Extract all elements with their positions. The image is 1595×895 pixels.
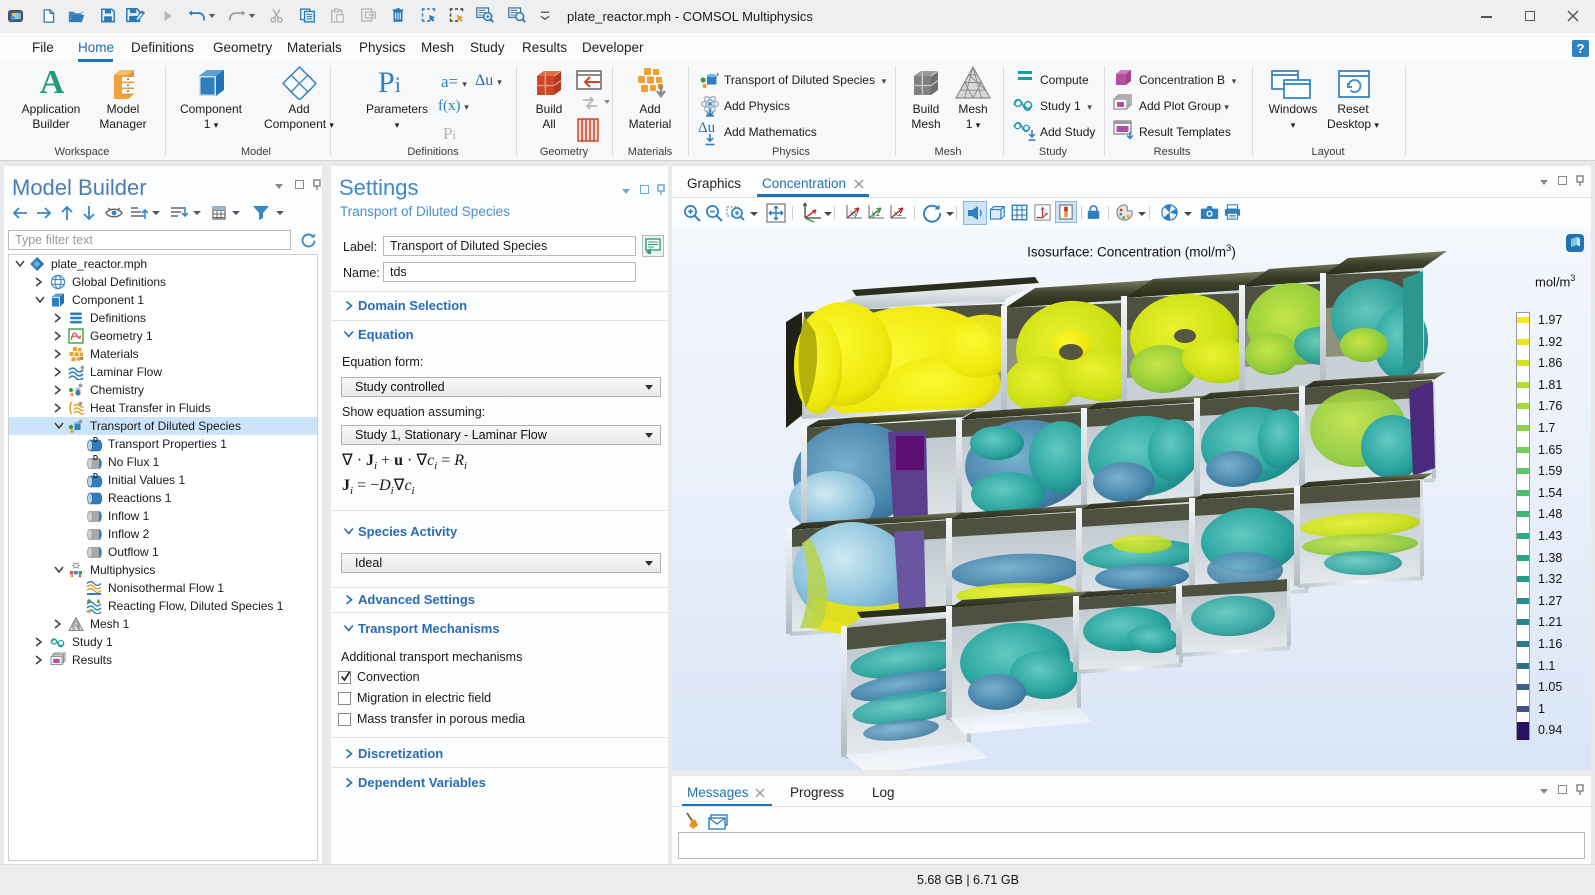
- svg-text:xz: xz: [894, 209, 902, 218]
- svg-text:yz: yz: [872, 209, 880, 218]
- svg-text:xy: xy: [850, 209, 858, 218]
